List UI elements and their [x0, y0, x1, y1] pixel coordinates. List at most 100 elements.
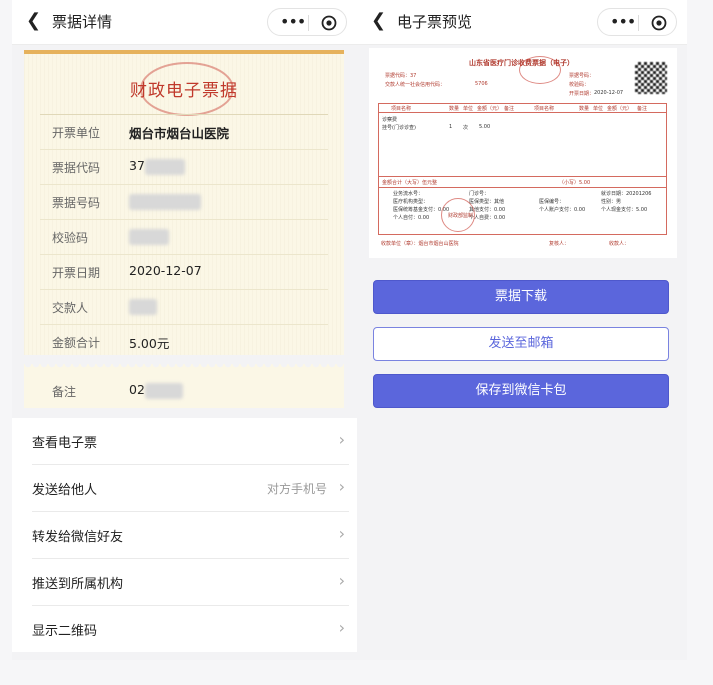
doc-col: 单位	[593, 106, 604, 112]
mini-program-capsule: •••	[597, 8, 677, 36]
doc-col: 备注	[637, 106, 648, 112]
menu-item-label: 发送给他人	[32, 483, 98, 498]
doc-check: 校验码：	[569, 82, 590, 88]
field-value: 5.00元	[129, 336, 170, 351]
doc-col: 数量	[449, 106, 460, 112]
qrcode	[635, 62, 667, 94]
doc-info: 业务流水号：	[393, 191, 424, 197]
doc-item-qty: 1	[449, 124, 453, 130]
field-label: 金额合计	[52, 336, 101, 350]
menu-item-send-to-others[interactable]: 发送给他人 对方手机号 ›	[32, 465, 349, 512]
doc-date-label: 开票日期：	[569, 91, 595, 97]
field-issuer: 开票单位 烟台市烟台山医院	[40, 114, 328, 149]
doc-info: 个人现金支付：5.00	[601, 207, 648, 213]
doc-total-lower: （小写）5.00	[559, 180, 591, 186]
receipt-perforation	[24, 364, 344, 372]
doc-number: 票据号码：	[569, 73, 595, 79]
doc-title-seal	[519, 56, 561, 84]
field-label: 校验码	[52, 231, 89, 245]
seal-text: 财政部监制	[448, 213, 474, 219]
menu-item-view-invoice[interactable]: 查看电子票 ›	[32, 418, 349, 465]
menu-item-label: 显示二维码	[32, 624, 98, 639]
doc-round-seal: 财政部监制	[441, 198, 475, 232]
chevron-right-icon: ›	[338, 524, 345, 543]
remark-value-wrap: 02	[129, 382, 183, 399]
menu-item-label: 查看电子票	[32, 436, 98, 451]
doc-col: 金额（元）	[477, 106, 503, 112]
doc-code: 票据代码：37	[385, 73, 417, 79]
doc-col: 项目名称	[534, 106, 555, 112]
field-label: 开票单位	[52, 126, 101, 140]
doc-footer-right: 收款人：	[609, 241, 630, 247]
field-number: 票据号码	[40, 184, 328, 219]
field-check: 校验码	[40, 219, 328, 254]
menu-item-hint: 对方手机号	[266, 482, 327, 496]
doc-info: 个人账户支付：0.00	[539, 207, 586, 213]
doc-item-unit: 次	[463, 125, 469, 131]
nav-bar: ❮ 票据详情 •••	[12, 0, 357, 45]
field-total: 金额合计 5.00元	[40, 324, 328, 359]
field-label: 交款人	[52, 301, 89, 315]
doc-col: 金额（元）	[607, 106, 633, 112]
doc-info: 就诊日期：20201206	[601, 191, 652, 197]
field-label: 票据代码	[52, 161, 101, 175]
doc-item-2: 挂号(门诊诊查)	[382, 125, 416, 131]
chevron-left-icon[interactable]: ❮	[26, 11, 41, 31]
nav-bar: ❮ 电子票预览 •••	[357, 0, 687, 45]
more-dots-icon[interactable]: •••	[280, 13, 306, 31]
menu-item-show-qrcode[interactable]: 显示二维码 ›	[32, 606, 349, 652]
field-label: 票据号码	[52, 196, 101, 210]
receipt-remark: 备注 02	[24, 372, 344, 408]
redacted-block	[144, 158, 185, 175]
remark-value: 02	[129, 382, 145, 397]
doc-date: 2020-12-07	[594, 90, 624, 96]
field-value: 37	[129, 158, 145, 173]
doc-info-box: 金额合计（大写）伍元整 （小写）5.00 业务流水号： 门诊号： 就诊日期：20…	[378, 176, 667, 235]
doc-info-divider	[379, 187, 666, 188]
target-circle-icon[interactable]	[321, 15, 337, 31]
redacted-block	[129, 193, 201, 210]
doc-items-table: 项目名称 数量 单位 金额（元） 备注 项目名称 数量 单位 金额（元） 备注 …	[378, 103, 667, 177]
receipt-detail-screen: ❮ 票据详情 ••• 财政电子票据 开票单位 烟台市烟台山医院 票据代码 37 票据…	[12, 0, 357, 660]
chevron-right-icon: ›	[338, 430, 345, 449]
receipt-fields: 开票单位 烟台市烟台山医院 票据代码 37 票据号码 校验码 开票日期 2020-12…	[40, 114, 328, 359]
redacted-block	[144, 382, 183, 399]
capsule-divider	[638, 15, 639, 31]
invoice-document-image[interactable]: 山东省医疗门诊收费票据（电子） 票据代码：37 交款人统一社会信用代码： 570…	[369, 48, 677, 258]
chevron-right-icon: ›	[338, 571, 345, 590]
save-to-wechat-card-button[interactable]: 保存到微信卡包	[373, 374, 669, 408]
target-circle-icon[interactable]	[651, 15, 667, 31]
doc-info: 个人自付：0.00	[393, 215, 430, 221]
download-invoice-button[interactable]: 票据下载	[373, 280, 669, 314]
action-menu: 查看电子票 › 发送给他人 对方手机号 › 转发给微信好友 › 推送到所属机构 › 显示二…	[12, 418, 357, 652]
field-value: 烟台市烟台山医院	[129, 126, 230, 141]
invoice-preview-screen: ❮ 电子票预览 ••• 山东省医疗门诊收费票据（电子） 票据代码：37 交款人统…	[357, 0, 687, 660]
doc-col: 项目名称	[391, 106, 412, 112]
receipt-card: 财政电子票据 开票单位 烟台市烟台山医院 票据代码 37 票据号码 校验码 开票日期…	[24, 50, 344, 355]
more-dots-icon[interactable]: •••	[610, 13, 636, 31]
send-to-email-button[interactable]: 发送至邮箱	[373, 327, 669, 361]
menu-item-label: 转发给微信好友	[32, 530, 124, 545]
doc-col: 数量	[579, 106, 590, 112]
chevron-left-icon[interactable]: ❮	[371, 11, 386, 31]
doc-payer-value: 5706	[475, 81, 488, 87]
menu-item-forward-wechat[interactable]: 转发给微信好友 ›	[32, 512, 349, 559]
chevron-right-icon: ›	[338, 477, 345, 496]
doc-footer-left: 收款单位（章）：烟台市烟台山医院	[381, 241, 459, 247]
doc-info: 医疗机构类型：	[393, 199, 429, 205]
doc-total-upper: 金额合计（大写）伍元整	[382, 180, 438, 186]
menu-item-push-institution[interactable]: 推送到所属机构 ›	[32, 559, 349, 606]
page-title: 票据详情	[52, 13, 113, 31]
doc-item-1: 诊察费	[382, 117, 398, 123]
redacted-block	[129, 228, 169, 245]
doc-info: 性别：男	[601, 199, 622, 205]
doc-col: 单位	[463, 106, 474, 112]
capsule-divider	[308, 15, 309, 31]
doc-item-amount: 5.00	[479, 124, 491, 130]
doc-info: 医保编号：	[539, 199, 565, 205]
doc-payer-label: 交款人统一社会信用代码：	[385, 82, 446, 88]
field-value	[129, 193, 201, 210]
menu-item-label: 推送到所属机构	[32, 577, 124, 592]
field-payer: 交款人	[40, 289, 328, 324]
field-value	[129, 298, 157, 315]
